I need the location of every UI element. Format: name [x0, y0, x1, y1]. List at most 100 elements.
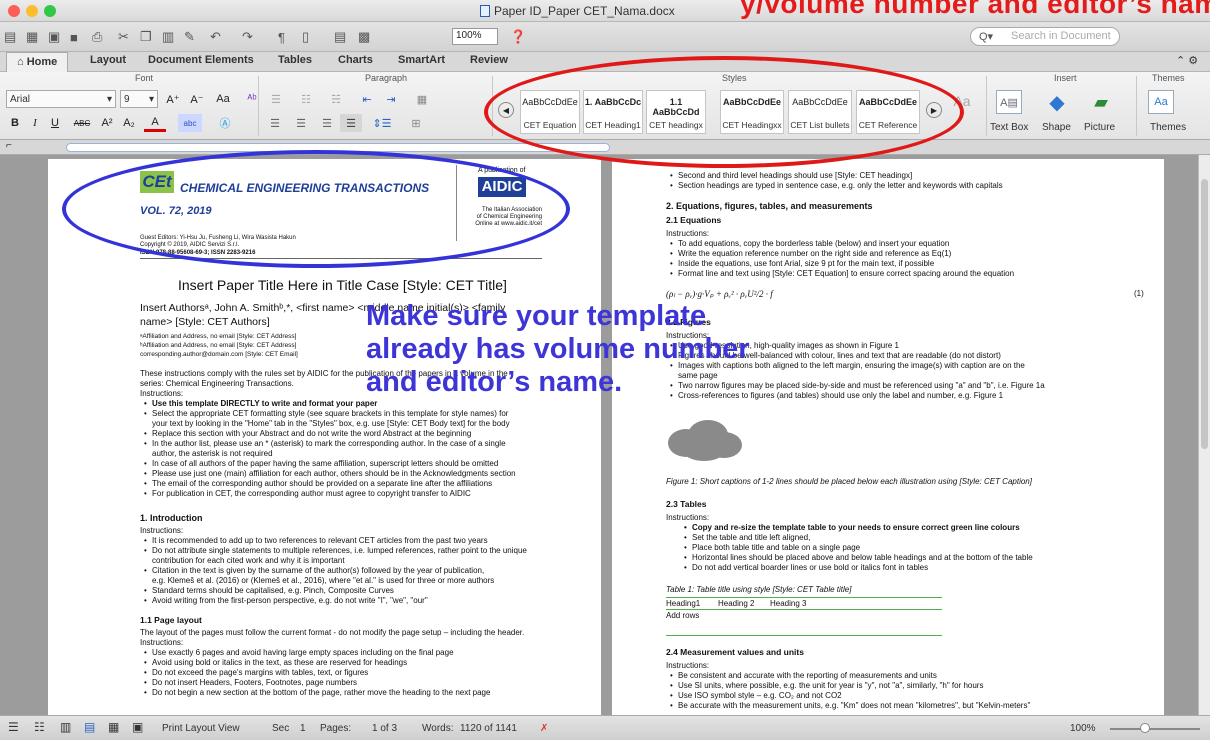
window-title: Paper ID_Paper CET_Nama.docx [480, 4, 675, 18]
align-left-icon[interactable]: ☰ [264, 114, 286, 132]
list-item: Do not add vertical boarder lines or use… [684, 563, 928, 572]
font-size-select[interactable]: 9 ▾ [120, 90, 158, 108]
notebook-view-icon[interactable]: ▦ [108, 720, 119, 734]
search-input[interactable]: Q▾ Search in Document [970, 27, 1120, 46]
multilevel-list-icon[interactable]: ☵ [324, 90, 348, 108]
change-case-icon[interactable]: Aa [210, 90, 236, 108]
format-painter-icon[interactable]: ✎ [184, 27, 195, 47]
print-icon[interactable]: ⎙ [92, 27, 102, 47]
subscript-button[interactable]: A₂ [120, 114, 138, 132]
line-spacing-icon[interactable]: ⇕☰ [368, 114, 396, 132]
instructions-label: Instructions: [666, 513, 710, 522]
publishing-view-icon[interactable]: ▥ [60, 720, 71, 734]
themes-group-label: Themes [1152, 73, 1185, 83]
standard-toolbar: ▤ ▦ ▣ ■ ⎙ ✂ ❐ ▥ ✎ ↶ ↷ ¶ ▯ ▤ ▩ 100% ❓ Q▾ S… [0, 22, 1210, 52]
shape-icon[interactable]: ◆ [1040, 90, 1074, 114]
collapse-ribbon-icon[interactable]: ⌃ ⚙ [1176, 54, 1198, 67]
toolbox-icon[interactable]: ▩ [358, 27, 370, 47]
vertical-scrollbar[interactable] [1198, 155, 1210, 715]
list-item: Do not exceed the page's margins with ta… [144, 668, 368, 677]
minimize-window-button[interactable] [26, 5, 38, 17]
picture-icon[interactable]: ▰ [1086, 90, 1116, 114]
grow-font-icon[interactable]: A⁺ [162, 90, 184, 108]
affiliation-1: ᵃAffiliation and Address, no email [Styl… [140, 333, 297, 340]
cut-icon[interactable]: ✂ [118, 27, 129, 47]
sidebar-icon[interactable]: ▯ [302, 27, 309, 47]
list-item: Horizontal lines should be placed above … [684, 553, 1033, 562]
justify-icon[interactable]: ☰ [340, 114, 362, 132]
themes-label[interactable]: Themes [1150, 122, 1186, 133]
themes-icon[interactable]: Aa [1148, 90, 1174, 114]
redo-icon[interactable]: ↷ [242, 27, 253, 47]
borders-icon[interactable]: ⊞ [402, 114, 430, 132]
help-icon[interactable]: ❓ [510, 27, 526, 47]
close-window-button[interactable] [8, 5, 20, 17]
clear-formatting-icon[interactable]: ᴬᵇ [240, 90, 264, 108]
section-number: 1 [300, 723, 306, 734]
table-header-2: Heading 2 [718, 599, 755, 608]
copy-icon[interactable]: ❐ [140, 27, 152, 47]
decrease-indent-icon[interactable]: ⇤ [356, 90, 378, 108]
new-document-icon[interactable]: ▤ [4, 27, 16, 47]
zoom-field[interactable]: 100% [452, 28, 498, 45]
focus-view-icon[interactable]: ▣ [132, 720, 143, 734]
align-right-icon[interactable]: ☰ [316, 114, 338, 132]
home-icon: ⌂ [17, 56, 27, 68]
text-box-label[interactable]: Text Box [990, 122, 1028, 133]
underline-button[interactable]: U [46, 114, 64, 132]
list-item: Use ISO symbol style – e.g. CO₂ and not … [670, 691, 842, 700]
sort-icon[interactable]: ▦ [410, 90, 434, 108]
words-label: Words: [422, 723, 454, 734]
templates-icon[interactable]: ▦ [26, 27, 38, 47]
bullets-icon[interactable]: ☰ [264, 90, 288, 108]
tab-review[interactable]: Review [470, 54, 508, 66]
tab-document-elements[interactable]: Document Elements [148, 54, 254, 66]
undo-icon[interactable]: ↶ [210, 27, 221, 47]
tab-charts[interactable]: Charts [338, 54, 373, 66]
tab-home[interactable]: ⌂ Home [6, 52, 69, 72]
list-item: Copy and re-size the template table to y… [684, 523, 1020, 532]
list-item-cont: your text by looking in the "Home" tab i… [152, 419, 510, 428]
zoom-slider[interactable] [1110, 728, 1200, 730]
view-name: Print Layout View [162, 723, 240, 734]
open-icon[interactable]: ▣ [48, 27, 60, 47]
superscript-button[interactable]: A² [98, 114, 116, 132]
draft-view-icon[interactable]: ☰ [8, 720, 19, 734]
align-center-icon[interactable]: ☰ [290, 114, 312, 132]
bold-button[interactable]: B [6, 114, 24, 132]
instructions-label: Instructions: [666, 661, 710, 670]
list-item: Section headings are typed in sentence c… [670, 181, 1003, 190]
strikethrough-button[interactable]: ABC [70, 114, 94, 132]
tab-tables[interactable]: Tables [278, 54, 312, 66]
increase-indent-icon[interactable]: ⇥ [380, 90, 402, 108]
list-item-cont: author, the asterisk is not required [152, 449, 273, 458]
zoom-window-button[interactable] [44, 5, 56, 17]
font-color-icon[interactable]: A [144, 114, 166, 132]
shrink-font-icon[interactable]: A⁻ [186, 90, 208, 108]
highlight-icon[interactable]: abc [178, 114, 202, 132]
heading-page-layout: 1.1 Page layout [140, 615, 202, 625]
heading-introduction: 1. Introduction [140, 513, 203, 523]
outline-view-icon[interactable]: ☷ [34, 720, 45, 734]
text-box-icon[interactable]: A▤ [996, 90, 1022, 114]
document-icon [480, 5, 490, 17]
tab-layout[interactable]: Layout [90, 54, 126, 66]
proofing-icon[interactable]: ✗ [540, 723, 548, 734]
shape-label[interactable]: Shape [1042, 122, 1071, 133]
picture-label[interactable]: Picture [1084, 122, 1115, 133]
pilcrow-icon[interactable]: ¶ [278, 27, 285, 47]
italic-button[interactable]: I [26, 114, 44, 132]
print-layout-view-icon[interactable]: ▤ [84, 720, 95, 734]
paste-icon[interactable]: ▥ [162, 27, 174, 47]
numbering-icon[interactable]: ☷ [294, 90, 318, 108]
document-page-2[interactable]: Second and third level headings should u… [612, 159, 1164, 715]
list-item: Set the table and title left aligned, [684, 533, 810, 542]
tab-smartart[interactable]: SmartArt [398, 54, 445, 66]
gallery-icon[interactable]: ▤ [334, 27, 346, 47]
text-effects-icon[interactable]: Ⓐ [214, 114, 236, 132]
zoom-slider-handle[interactable] [1140, 723, 1150, 733]
tab-stop-icon[interactable]: ⌐ [6, 140, 12, 151]
scrollbar-thumb[interactable] [1201, 179, 1208, 449]
save-icon[interactable]: ■ [70, 27, 78, 47]
font-name-select[interactable]: Arial ▾ [6, 90, 116, 108]
